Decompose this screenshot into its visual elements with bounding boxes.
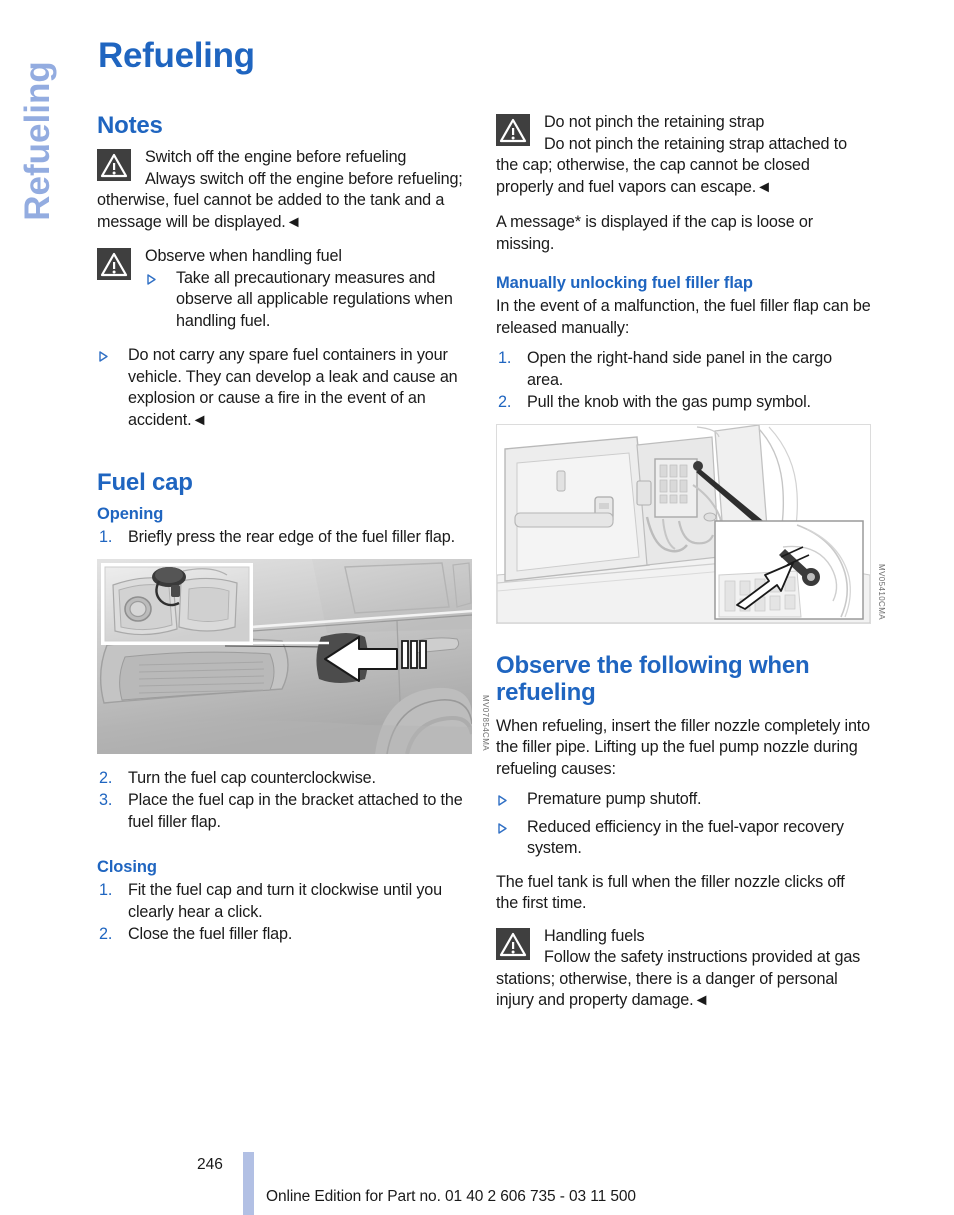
list-item-number: 2. bbox=[498, 393, 512, 411]
warning-triangle-icon bbox=[496, 114, 530, 146]
list-item: 2. Close the fuel filler flap. bbox=[97, 924, 472, 946]
opening-steps: 1. Briefly press the rear edge of the fu… bbox=[97, 527, 472, 549]
heading-observe-refueling: Observe the following when refueling bbox=[496, 651, 810, 706]
heading-manual-unlock: Manually unlocking fuel filler flap bbox=[496, 274, 753, 292]
list-item: 3. Place the fuel cap in the bracket att… bbox=[97, 790, 472, 833]
bullet-triangle-icon bbox=[498, 795, 507, 806]
figure-code: MV07854CMA bbox=[481, 695, 490, 752]
list-item-number: 1. bbox=[99, 528, 113, 546]
warning-body: Follow the safety instructions provided … bbox=[496, 948, 861, 1009]
list-item: Premature pump shutoff. bbox=[496, 789, 871, 811]
opening-steps-continued: 2. Turn the fuel cap counterclockwise. 3… bbox=[97, 768, 472, 834]
document-page: Refueling Refueling Notes Switch off the… bbox=[0, 0, 954, 1215]
manual-unlock-steps: 1. Open the right-hand side panel in the… bbox=[496, 348, 871, 414]
list-item: 1. Fit the fuel cap and turn it clockwis… bbox=[97, 880, 472, 923]
bullet-triangle-icon bbox=[498, 822, 507, 834]
list-item-text: Take all precautionary measures and obse… bbox=[176, 268, 453, 330]
warning-triangle-icon bbox=[97, 149, 131, 181]
footer-edition-text: Online Edition for Part no. 01 40 2 606 … bbox=[266, 1188, 636, 1205]
list-item-text: Reduced efficiency in the fuel-vapor rec… bbox=[527, 817, 844, 858]
list-item: 2. Turn the fuel cap counterclockwise. bbox=[97, 768, 472, 790]
list-item-text: Fit the fuel cap and turn it clockwise u… bbox=[128, 881, 443, 921]
heading-notes: Notes bbox=[97, 112, 163, 139]
page-title: Refueling bbox=[98, 36, 255, 75]
warning-title: Handling fuels bbox=[544, 926, 645, 945]
chapter-side-tab: Refueling bbox=[18, 61, 57, 221]
warning-title: Do not pinch the retaining strap bbox=[544, 113, 765, 131]
list-item: Take all precautionary measures and obse… bbox=[97, 268, 472, 333]
bullet-triangle-icon bbox=[147, 273, 156, 285]
footer-accent-bar bbox=[243, 1152, 254, 1215]
warning-body: Do not pinch the retaining strap attache… bbox=[496, 134, 847, 196]
warning-retaining-strap: Do not pinch the retaining strap Do not … bbox=[496, 112, 871, 198]
heading-opening: Opening bbox=[97, 505, 164, 523]
list-item-text: Premature pump shutoff. bbox=[527, 790, 702, 808]
warning-triangle-icon bbox=[496, 927, 530, 960]
figure-cargo-side-panel-graphic bbox=[496, 423, 871, 623]
figure-cargo-side-panel: MV05410CMA bbox=[496, 423, 886, 624]
list-item: 1. Briefly press the rear edge of the fu… bbox=[97, 527, 472, 549]
warning-handling-fuel: Observe when handling fuel Take all prec… bbox=[97, 246, 472, 332]
list-item-text: Open the right-hand side panel in the ca… bbox=[527, 349, 832, 389]
warning-switch-off-engine: Switch off the engine before refueling A… bbox=[97, 147, 472, 233]
list-item-text: Close the fuel filler flap. bbox=[128, 925, 293, 943]
list-item: 2. Pull the knob with the gas pump symbo… bbox=[496, 392, 871, 414]
manual-unlock-intro: In the event of a malfunction, the fuel … bbox=[496, 297, 871, 337]
list-item-text: Turn the fuel cap counterclockwise. bbox=[128, 768, 376, 787]
figure-code: MV05410CMA bbox=[877, 564, 886, 621]
list-item: 1. Open the right-hand side panel in the… bbox=[496, 348, 871, 391]
right-column: Do not pinch the retaining strap Do not … bbox=[496, 112, 886, 1025]
list-item-text: Do not carry any spare fuel containers i… bbox=[128, 346, 458, 429]
observe-intro: When refueling, insert the filler nozzle… bbox=[496, 716, 870, 778]
list-item-number: 2. bbox=[99, 768, 113, 787]
warning-handling-fuels: Handling fuels Follow the safety instruc… bbox=[496, 926, 871, 1012]
figure-fuel-filler-flap: MV07854CMA bbox=[97, 558, 490, 755]
bullet-triangle-icon bbox=[99, 351, 108, 362]
figure-fuel-filler-flap-graphic bbox=[97, 558, 474, 755]
list-item-text: Pull the knob with the gas pump symbol. bbox=[527, 393, 811, 411]
warning-title: Switch off the engine before refueling bbox=[145, 148, 407, 166]
warning-body: Always switch off the engine before refu… bbox=[97, 169, 463, 231]
footer-page-number: 246 bbox=[197, 1156, 223, 1173]
notes-bullet-list: Do not carry any spare fuel containers i… bbox=[97, 345, 472, 431]
closing-steps: 1. Fit the fuel cap and turn it clockwis… bbox=[97, 880, 472, 946]
list-item: Reduced efficiency in the fuel-vapor rec… bbox=[496, 817, 871, 860]
list-item-number: 3. bbox=[99, 791, 113, 809]
message-note: A message* is displayed if the cap is lo… bbox=[496, 213, 814, 253]
observe-closing-note: The fuel tank is full when the filler no… bbox=[496, 872, 845, 913]
list-item: Do not carry any spare fuel containers i… bbox=[97, 345, 472, 431]
list-item-number: 1. bbox=[99, 881, 113, 899]
list-item-number: 1. bbox=[498, 349, 512, 367]
heading-fuel-cap: Fuel cap bbox=[97, 469, 193, 496]
list-item-text: Briefly press the rear edge of the fuel … bbox=[128, 528, 455, 546]
list-item-number: 2. bbox=[99, 925, 113, 943]
heading-closing: Closing bbox=[97, 858, 157, 876]
left-column: Notes Switch off the engine before refue… bbox=[97, 112, 490, 958]
warning-title: Observe when handling fuel bbox=[145, 247, 342, 265]
observe-bullet-list: Premature pump shutoff. Reduced efficien… bbox=[496, 789, 871, 860]
list-item-text: Place the fuel cap in the bracket attach… bbox=[128, 791, 463, 831]
